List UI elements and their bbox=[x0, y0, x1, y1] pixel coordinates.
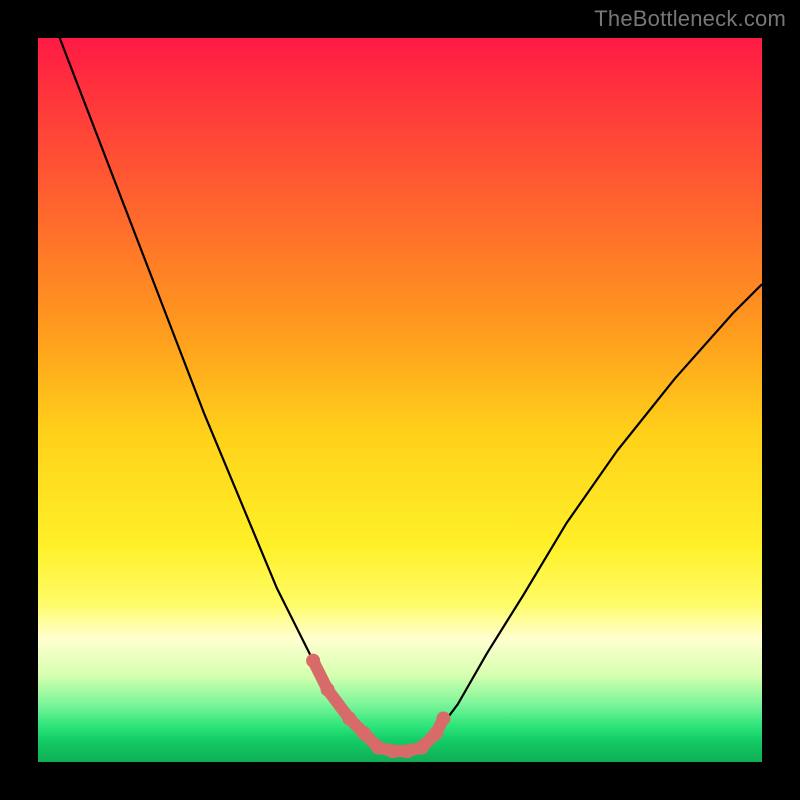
highlight-dot bbox=[400, 744, 414, 758]
highlight-dot bbox=[386, 744, 400, 758]
highlight-dot bbox=[429, 726, 443, 740]
chart-frame: TheBottleneck.com bbox=[0, 0, 800, 800]
watermark-text: TheBottleneck.com bbox=[594, 6, 786, 32]
highlight-dot bbox=[371, 741, 385, 755]
highlight-dot bbox=[436, 712, 450, 726]
highlight-line bbox=[313, 661, 443, 752]
curve-line bbox=[60, 38, 762, 751]
highlight-dot bbox=[342, 712, 356, 726]
highlight-dot bbox=[415, 741, 429, 755]
chart-lines bbox=[38, 38, 762, 762]
highlight-dot bbox=[357, 726, 371, 740]
highlight-dot bbox=[306, 654, 320, 668]
highlight-dot bbox=[321, 683, 335, 697]
